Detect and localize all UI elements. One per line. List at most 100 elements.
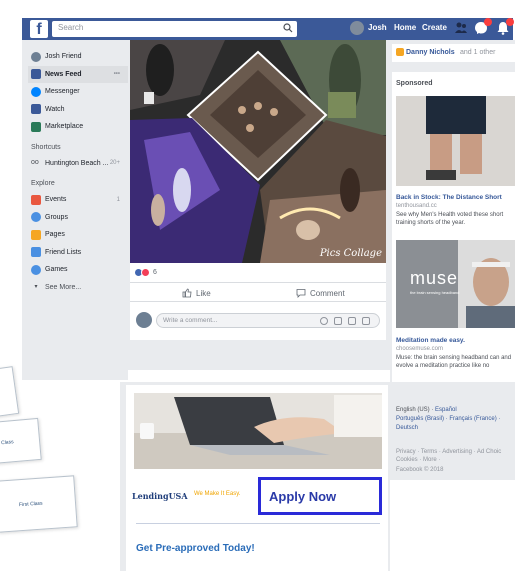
- sidebar-item-label: Josh Friend: [45, 53, 82, 61]
- card-text: Class: [0, 439, 14, 447]
- comment-placeholder: Write a comment...: [163, 317, 218, 324]
- notification-badge: [506, 18, 514, 26]
- sidebar-item-events[interactable]: Events 1: [28, 191, 128, 209]
- sponsored-panel: Sponsored Back in Stock: The Distance Sh…: [392, 72, 515, 382]
- post-photo-collage[interactable]: Pics Collage: [130, 40, 386, 263]
- like-label: Like: [196, 288, 211, 298]
- language-line: English (US) · Español: [396, 406, 514, 414]
- paper-card: First Class: [0, 475, 78, 533]
- paper-card: Class: [0, 417, 42, 465]
- lending-banner-ad[interactable]: LendingUSA We Make It Easy. Apply Now Ge…: [126, 385, 388, 571]
- ad-image-shorts[interactable]: [396, 96, 515, 186]
- language-link[interactable]: Español: [435, 407, 457, 413]
- sidebar-item-label: Groups: [45, 213, 68, 221]
- sidebar-item-watch[interactable]: Watch: [28, 101, 128, 119]
- see-more-link[interactable]: ▾ See More...: [28, 279, 128, 297]
- banner-tagline: We Make It Easy.: [194, 491, 241, 497]
- friend-requests-icon[interactable]: [454, 21, 468, 35]
- current-language: English (US) ·: [396, 407, 436, 413]
- pages-icon: [31, 229, 41, 240]
- post-action-bar: Like Comment: [130, 282, 386, 302]
- more-options-icon[interactable]: •••: [114, 71, 120, 77]
- sidebar-item-label: See More...: [45, 283, 82, 291]
- ad-body: Muse: the brain sensing headband can and…: [396, 355, 512, 369]
- birthday-others: and 1 other: [460, 49, 496, 56]
- sidebar-item-messenger[interactable]: Messenger: [28, 83, 128, 101]
- sidebar-item-label: Messenger: [45, 88, 80, 96]
- sidebar-item-pages[interactable]: Pages: [28, 226, 128, 244]
- language-links[interactable]: Português (Brasil) · Français (France) ·: [396, 415, 514, 423]
- search-input[interactable]: Search: [52, 21, 297, 37]
- sidebar-item-label: Marketplace: [45, 123, 84, 131]
- language-link[interactable]: Deutsch: [396, 424, 514, 432]
- thumbs-up-icon: [182, 288, 192, 298]
- messenger-icon[interactable]: [474, 18, 492, 35]
- avatar: [136, 312, 152, 328]
- muse-logo: muse: [410, 268, 459, 288]
- shortcut-count: 20+: [109, 160, 120, 167]
- sidebar-item-shortcut[interactable]: oo Huntington Beach ... 20+: [28, 155, 128, 173]
- home-link[interactable]: Home: [394, 23, 416, 32]
- marketplace-icon: [31, 121, 41, 132]
- paper-card: [0, 366, 20, 418]
- groups-icon: [31, 212, 41, 223]
- group-icon: oo: [31, 159, 39, 167]
- apply-now-button[interactable]: Apply Now: [258, 477, 382, 515]
- sidebar-item-marketplace[interactable]: Marketplace: [28, 118, 128, 136]
- sidebar-item-label: Watch: [45, 105, 65, 113]
- birthday-name[interactable]: Danny Nichols: [406, 49, 455, 56]
- reaction-count: 6: [153, 269, 157, 276]
- sponsored-heading: Sponsored: [396, 80, 433, 87]
- watch-icon: [31, 104, 41, 115]
- explore-heading: Explore: [31, 180, 55, 187]
- events-count: 1: [116, 196, 120, 203]
- sidebar-item-label: Events: [45, 196, 67, 204]
- muse-logo-tagline: the brain sensing headband: [410, 290, 460, 295]
- gift-icon: [396, 48, 404, 56]
- comment-label: Comment: [310, 288, 345, 298]
- ad-image-muse[interactable]: muse the brain sensing headband: [396, 240, 515, 328]
- comment-button[interactable]: Comment: [296, 288, 345, 298]
- facebook-logo-icon[interactable]: f: [30, 20, 48, 38]
- profile-link[interactable]: Josh: [368, 23, 387, 32]
- like-button[interactable]: Like: [182, 288, 211, 298]
- feed-post: Pics Collage 6 Like Comment Write a comm…: [130, 40, 386, 340]
- sticker-icon[interactable]: [362, 317, 370, 325]
- preapproved-headline[interactable]: Get Pre-approved Today!: [136, 543, 255, 554]
- birthday-reminder[interactable]: Danny Nichols and 1 other: [392, 44, 515, 62]
- sidebar-item-groups[interactable]: Groups: [28, 209, 128, 227]
- avatar[interactable]: [350, 21, 364, 35]
- ad-body: See why Men's Health voted these short t…: [396, 212, 504, 226]
- ad-title[interactable]: Back in Stock: The Distance Short: [396, 194, 502, 201]
- events-icon: [31, 194, 41, 205]
- sidebar-item-label: Huntington Beach ...: [45, 159, 109, 167]
- reaction-summary[interactable]: 6: [134, 268, 157, 277]
- sidebar-item-news-feed[interactable]: News Feed •••: [28, 65, 128, 83]
- create-link[interactable]: Create: [422, 23, 447, 32]
- profile-avatar-icon: [31, 51, 41, 62]
- legal-links[interactable]: Privacy · Terms · Advertising · Ad Choic…: [396, 448, 514, 464]
- lendingusa-logo: LendingUSA: [132, 491, 188, 501]
- sidebar-item-friend-lists[interactable]: Friend Lists: [28, 244, 128, 262]
- top-navigation-bar: f Search Josh Home Create: [22, 18, 514, 40]
- sidebar-item-label: Pages: [45, 231, 65, 239]
- ad-title[interactable]: Meditation made easy.: [396, 337, 465, 344]
- love-reaction-icon: [141, 268, 150, 277]
- card-text: First Class: [18, 500, 43, 509]
- search-icon[interactable]: [283, 23, 293, 33]
- camera-icon[interactable]: [334, 317, 342, 325]
- running-shorts-image: [396, 96, 515, 186]
- copyright: Facebook © 2018: [396, 467, 444, 473]
- collage-watermark: Pics Collage: [319, 248, 382, 259]
- gif-icon[interactable]: [348, 317, 356, 325]
- friend-lists-icon: [31, 247, 41, 258]
- comment-input[interactable]: Write a comment...: [156, 313, 380, 328]
- search-placeholder: Search: [58, 23, 84, 32]
- notifications-icon[interactable]: [496, 18, 514, 35]
- emoji-icon[interactable]: [320, 317, 328, 325]
- chevron-down-icon: ▾: [34, 284, 38, 291]
- collage-image: [130, 40, 386, 263]
- sidebar-item-profile[interactable]: Josh Friend: [28, 48, 128, 66]
- laptop-image: [134, 393, 382, 469]
- sidebar-item-games[interactable]: Games: [28, 261, 128, 279]
